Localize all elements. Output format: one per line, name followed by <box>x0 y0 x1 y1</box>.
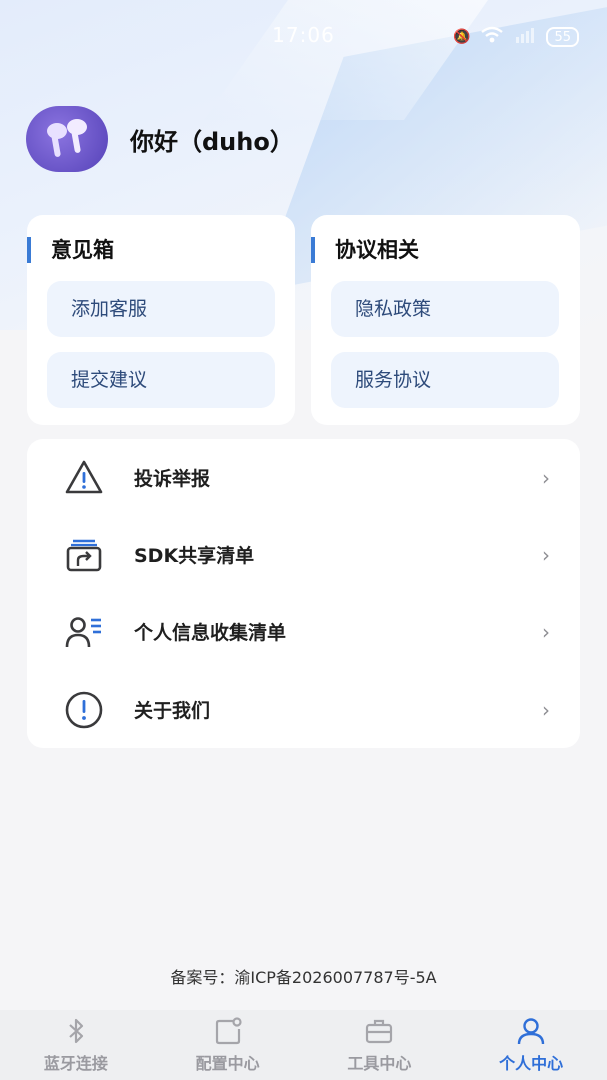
add-service-button[interactable]: 添加客服 <box>47 281 275 337</box>
chevron-right-icon: › <box>542 465 550 490</box>
bluetooth-icon <box>69 1018 83 1044</box>
tab-label: 工具中心 <box>347 1054 412 1073</box>
chevron-right-icon: › <box>542 697 550 722</box>
menu-list: 投诉举报 › SDK共享清单 › 个人信息收集清单 › 关于我们 › <box>27 439 580 748</box>
profile-header: 你好（duho） <box>26 106 294 172</box>
menu-item-sdk-list[interactable]: SDK共享清单 › <box>27 516 580 593</box>
menu-item-complaint[interactable]: 投诉举报 › <box>27 439 580 516</box>
privacy-policy-button[interactable]: 隐私政策 <box>331 281 559 337</box>
user-list-icon <box>65 616 101 647</box>
tab-label: 个人中心 <box>499 1054 564 1073</box>
feedback-card: 意见箱 添加客服 提交建议 <box>27 215 295 425</box>
feedback-card-title: 意见箱 <box>27 237 114 263</box>
person-icon <box>517 1018 545 1045</box>
menu-item-label: SDK共享清单 <box>134 545 255 567</box>
menu-item-label: 投诉举报 <box>134 468 211 490</box>
info-icon <box>65 691 103 728</box>
share-list-icon <box>66 539 102 571</box>
menu-item-about-us[interactable]: 关于我们 › <box>27 671 580 748</box>
earbuds-icon <box>47 119 87 157</box>
status-time: 17:06 <box>272 23 335 47</box>
icp-record[interactable]: 备案号：渝ICP备2026007787号-5A <box>0 964 607 988</box>
agreement-card-title: 协议相关 <box>311 237 419 263</box>
submit-suggestion-button[interactable]: 提交建议 <box>47 352 275 408</box>
avatar[interactable] <box>26 106 108 172</box>
toolbox-icon <box>366 1019 393 1044</box>
warning-icon <box>65 460 103 493</box>
chevron-right-icon: › <box>542 619 550 644</box>
tab-config[interactable]: 配置中心 <box>152 1010 304 1080</box>
wifi-icon <box>480 26 504 48</box>
config-icon <box>215 1017 242 1045</box>
tab-label: 蓝牙连接 <box>43 1054 108 1073</box>
mute-icon: 🔕 <box>453 29 471 45</box>
tab-tools[interactable]: 工具中心 <box>304 1010 456 1080</box>
status-icons: 🔕 55 <box>453 26 579 48</box>
tab-personal-center[interactable]: 个人中心 <box>455 1010 607 1080</box>
menu-item-label: 关于我们 <box>134 700 211 722</box>
menu-item-label: 个人信息收集清单 <box>134 622 287 644</box>
greeting-text: 你好（duho） <box>130 127 294 156</box>
service-agreement-button[interactable]: 服务协议 <box>331 352 559 408</box>
menu-item-personal-info-list[interactable]: 个人信息收集清单 › <box>27 593 580 670</box>
status-bar: 17:06 🔕 55 <box>0 0 607 76</box>
tab-label: 配置中心 <box>195 1054 260 1073</box>
tab-bluetooth[interactable]: 蓝牙连接 <box>0 1010 152 1080</box>
chevron-right-icon: › <box>542 542 550 567</box>
battery-indicator: 55 <box>546 27 579 47</box>
bottom-tabbar: 蓝牙连接 配置中心 工具中心 个人中心 <box>0 1010 607 1080</box>
agreement-card: 协议相关 隐私政策 服务协议 <box>311 215 580 425</box>
signal-icon <box>514 27 536 47</box>
